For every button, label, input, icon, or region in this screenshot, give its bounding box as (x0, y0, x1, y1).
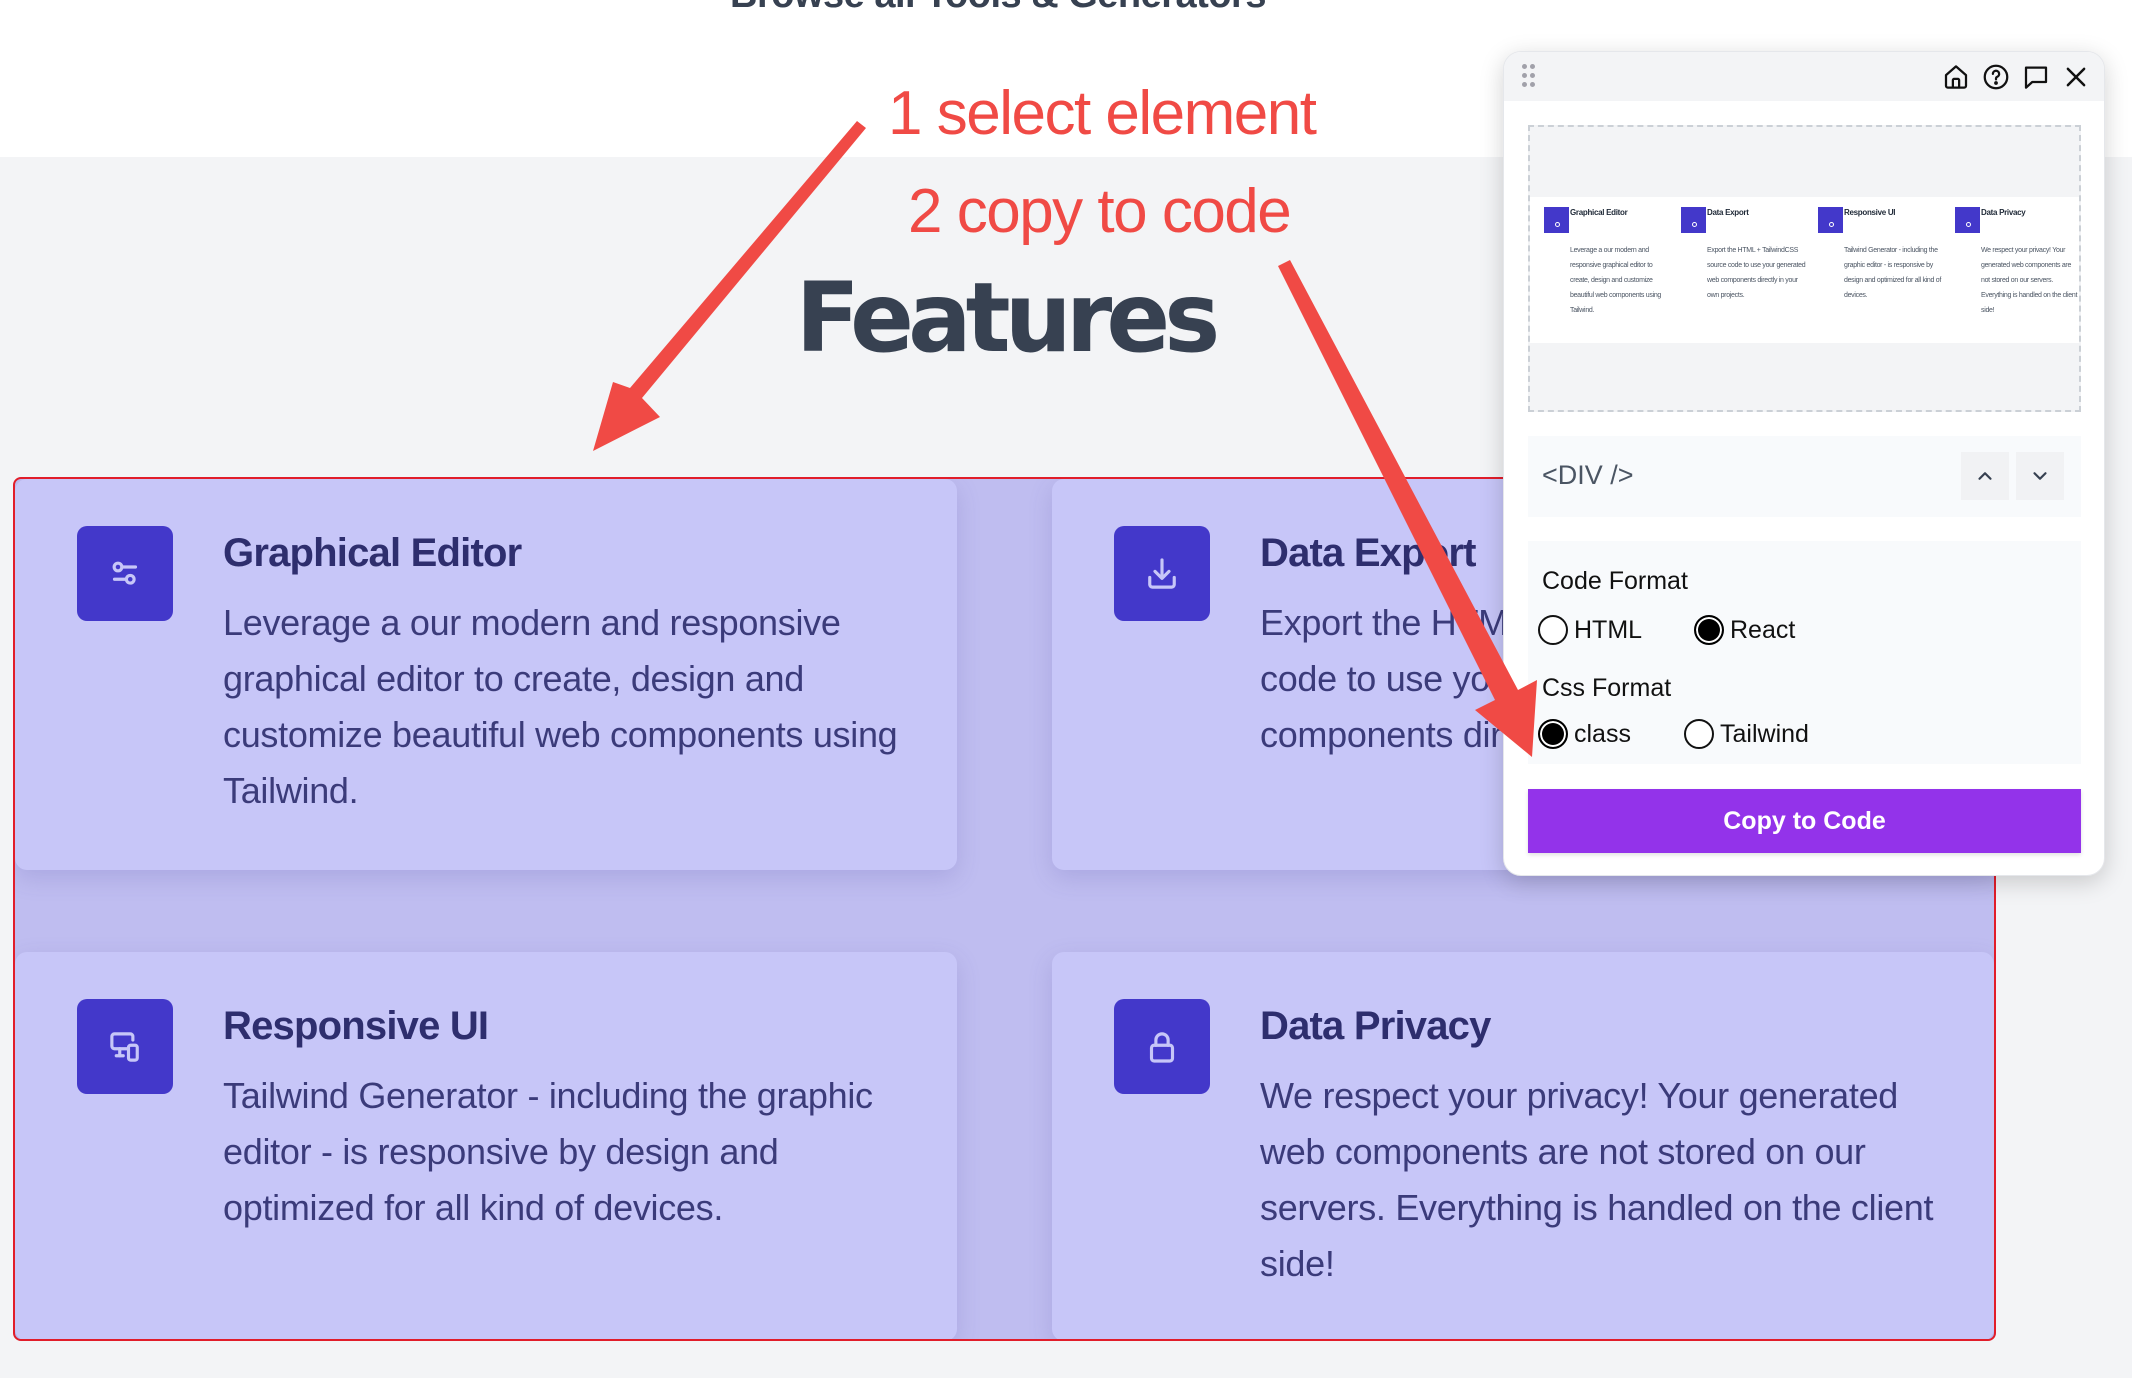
preview-icon (1681, 207, 1706, 233)
preview-icon (1544, 207, 1569, 233)
feature-card-data-privacy[interactable]: Data Privacy We respect your privacy! Yo… (1052, 952, 1994, 1339)
preview-card-description: Export the HTML + TailwindCSS source cod… (1707, 247, 1806, 299)
preview-card-title: Data Export (1707, 208, 1749, 217)
annotation-step-1: 1 select element (888, 79, 1317, 148)
preview-card-description: Leverage a our modern and responsive gra… (1570, 247, 1662, 314)
code-format-react-radio[interactable]: React (1694, 615, 1795, 645)
radio-label: React (1730, 615, 1796, 644)
help-icon[interactable] (1980, 61, 2012, 93)
code-format-label: Code Format (1542, 567, 1688, 595)
feature-description: We respect your privacy! Your generated … (1260, 1075, 1934, 1284)
select-child-button[interactable] (2016, 452, 2064, 500)
css-format-tailwind-radio[interactable]: Tailwind (1684, 719, 1809, 749)
css-format-class-radio[interactable]: class (1538, 719, 1631, 749)
preview-card-title: Data Privacy (1981, 208, 2026, 217)
copy-code-panel: Graphical Editor Leverage a our modern a… (1503, 51, 2105, 876)
feature-card-graphical-editor[interactable]: Graphical Editor Leverage a our modern a… (15, 479, 957, 870)
preview-card-title: Responsive UI (1844, 208, 1896, 217)
chat-icon[interactable] (2020, 61, 2052, 93)
preview-icon (1955, 207, 1980, 233)
feature-title: Data Privacy (1260, 1004, 1491, 1048)
sliders-icon (77, 526, 173, 621)
close-icon[interactable] (2060, 61, 2092, 93)
preview-card-description: Tailwind Generator - including the graph… (1844, 247, 1941, 299)
radio-unchecked[interactable] (1538, 615, 1568, 645)
radio-unchecked[interactable] (1684, 719, 1714, 749)
copy-to-code-button[interactable]: Copy to Code (1528, 789, 2081, 853)
feature-description: Tailwind Generator - including the graph… (223, 1075, 873, 1228)
code-format-html-radio[interactable]: HTML (1538, 615, 1642, 645)
download-icon (1114, 526, 1210, 621)
preview-card-title: Graphical Editor (1570, 208, 1628, 217)
preview-card-description: We respect your privacy! Your generated … (1981, 247, 2078, 314)
feature-description: Leverage a our modern and responsive gra… (223, 602, 898, 811)
chevron-up-icon (1978, 472, 1992, 480)
preview-icon (1818, 207, 1843, 233)
radio-label: HTML (1574, 615, 1643, 644)
css-format-label: Css Format (1542, 674, 1672, 702)
chevron-down-icon (2033, 472, 2047, 480)
radio-checked[interactable] (1538, 719, 1568, 749)
browse-tools-heading[interactable]: Browse all Tools & Generators (0, 0, 2132, 17)
element-preview: Graphical Editor Leverage a our modern a… (1528, 125, 2081, 412)
select-parent-button[interactable] (1961, 452, 2009, 500)
annotation-step-2: 2 copy to code (908, 177, 1292, 246)
feature-title: Responsive UI (223, 1004, 489, 1048)
home-icon[interactable] (1940, 61, 1972, 93)
selected-element-tag: <DIV /> (1542, 460, 1634, 490)
format-options: Code Format HTML React Css Format class … (1528, 541, 2081, 764)
panel-header[interactable] (1504, 52, 2104, 101)
radio-checked[interactable] (1694, 615, 1724, 645)
radio-label: Tailwind (1720, 719, 1809, 748)
features-heading: Features (795, 262, 1221, 374)
element-selector: <DIV /> (1528, 436, 2081, 517)
drag-handle-icon[interactable] (1522, 64, 1536, 90)
feature-title: Data Export (1260, 531, 1477, 575)
lock-icon (1114, 999, 1210, 1094)
feature-card-responsive-ui[interactable]: Responsive UI Tailwind Generator - inclu… (15, 952, 957, 1339)
radio-label: class (1574, 719, 1631, 748)
feature-title: Graphical Editor (223, 531, 522, 575)
devices-icon (77, 999, 173, 1094)
